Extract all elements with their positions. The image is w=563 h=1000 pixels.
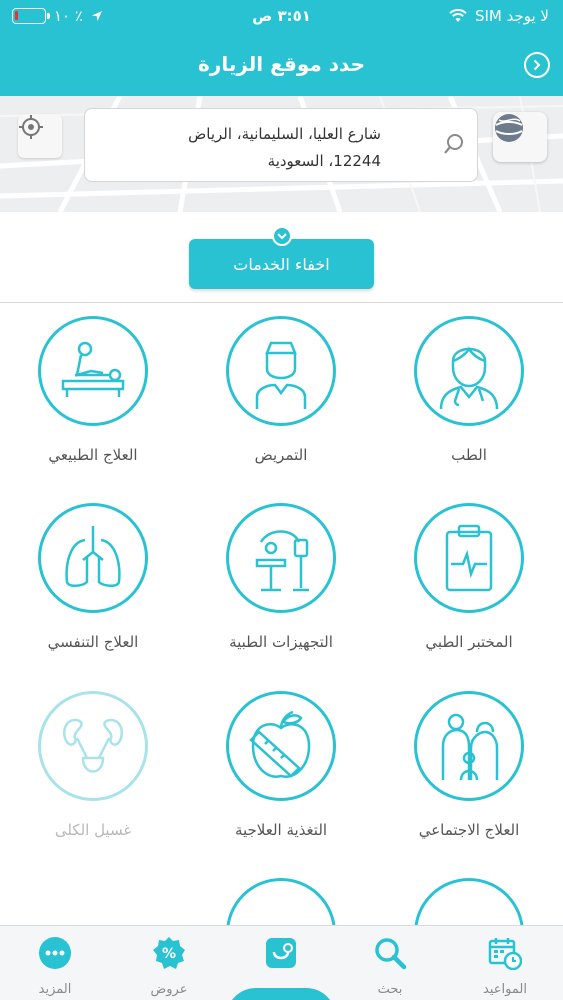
service-nursing[interactable]: التمريض (196, 316, 366, 464)
my-location-button[interactable] (18, 114, 62, 158)
service-label: التجهيزات الطبية (229, 633, 333, 651)
chevron-down-icon (272, 226, 292, 246)
tab-appointments[interactable]: المواعيد (460, 936, 550, 997)
percent-badge-icon: % (153, 937, 185, 969)
map-type-button[interactable] (493, 112, 547, 162)
lab-clipboard-icon (445, 524, 493, 592)
service-label: غسيل الكلى (54, 821, 132, 839)
calendar-clock-icon (488, 938, 522, 970)
service-label: العلاج الطبيعي (48, 446, 138, 464)
address-line-2: 12244، السعودية (267, 152, 381, 170)
service-label: العلاج التنفسي (47, 633, 139, 651)
service-physiotherapy[interactable]: العلاج الطبيعي (8, 316, 178, 464)
service-label: المختبر الطبي (425, 633, 513, 651)
kidneys-icon (62, 718, 124, 773)
search-icon (375, 938, 407, 970)
service-equipment[interactable]: التجهيزات الطبية (196, 503, 366, 651)
hide-services-label: اخفاء الخدمات (233, 254, 330, 274)
family-icon (441, 713, 499, 781)
hide-services-button[interactable]: اخفاء الخدمات (189, 226, 374, 289)
address-line-1: شارع العليا، السليمانية، الرياض (188, 125, 381, 143)
divider (0, 302, 563, 303)
battery-group: ١٠ ٪ (12, 7, 103, 25)
service-label: الطب (451, 446, 487, 464)
service-label: العلاج الاجتماعي (418, 821, 520, 839)
service-label: التغذية العلاجية (234, 821, 328, 839)
tab-home[interactable] (236, 936, 326, 982)
back-button[interactable] (524, 52, 550, 78)
service-social[interactable]: العلاج الاجتماعي (384, 691, 554, 839)
battery-icon (12, 8, 50, 24)
search-icon[interactable] (443, 133, 465, 155)
top-bar: لا يوجد SIM ٣:٥١ ص ١٠ ٪ حدد موقع الزيارة (0, 0, 563, 96)
more-dots-icon (39, 937, 71, 969)
chevron-right-icon (533, 59, 541, 71)
tab-label: المزيد (38, 982, 72, 997)
address-search-box[interactable]: شارع العليا، السليمانية، الرياض 12244، ا… (84, 108, 478, 182)
service-respiratory[interactable]: العلاج التنفسي (8, 503, 178, 651)
status-bar: لا يوجد SIM ٣:٥١ ص ١٠ ٪ (0, 0, 563, 34)
service-label: التمريض (254, 446, 308, 464)
home-heart-icon (266, 938, 296, 968)
globe-icon (495, 114, 523, 142)
service-dialysis[interactable]: غسيل الكلى (8, 691, 178, 839)
service-lab[interactable]: المختبر الطبي (384, 503, 554, 651)
service-nutrition[interactable]: التغذية العلاجية (196, 691, 366, 839)
map-view[interactable]: شارع العليا، السليمانية، الرياض 12244، ا… (0, 96, 563, 212)
page-title: حدد موقع الزيارة (198, 52, 365, 76)
svg-text:%: % (162, 946, 176, 962)
apple-tape-icon (249, 710, 311, 778)
address-text: شارع العليا، السليمانية، الرياض 12244، ا… (101, 121, 381, 175)
tab-label: المواعيد (483, 982, 527, 997)
tab-label: عروض (150, 982, 188, 997)
location-arrow-icon (91, 11, 102, 21)
tab-label: بحث (377, 982, 403, 997)
lungs-icon (65, 526, 121, 587)
nurse-icon (255, 341, 307, 409)
medical-equipment-icon (255, 530, 309, 592)
tab-more[interactable]: المزيد (10, 936, 100, 997)
battery-percent: ١٠ ٪ (54, 7, 83, 25)
service-medicine[interactable]: الطب (384, 316, 554, 464)
tab-search[interactable]: بحث (345, 936, 435, 997)
physiotherapy-icon (61, 341, 125, 397)
crosshair-icon (19, 115, 43, 139)
tab-offers[interactable]: % عروض (124, 936, 214, 997)
doctor-icon (439, 346, 499, 410)
